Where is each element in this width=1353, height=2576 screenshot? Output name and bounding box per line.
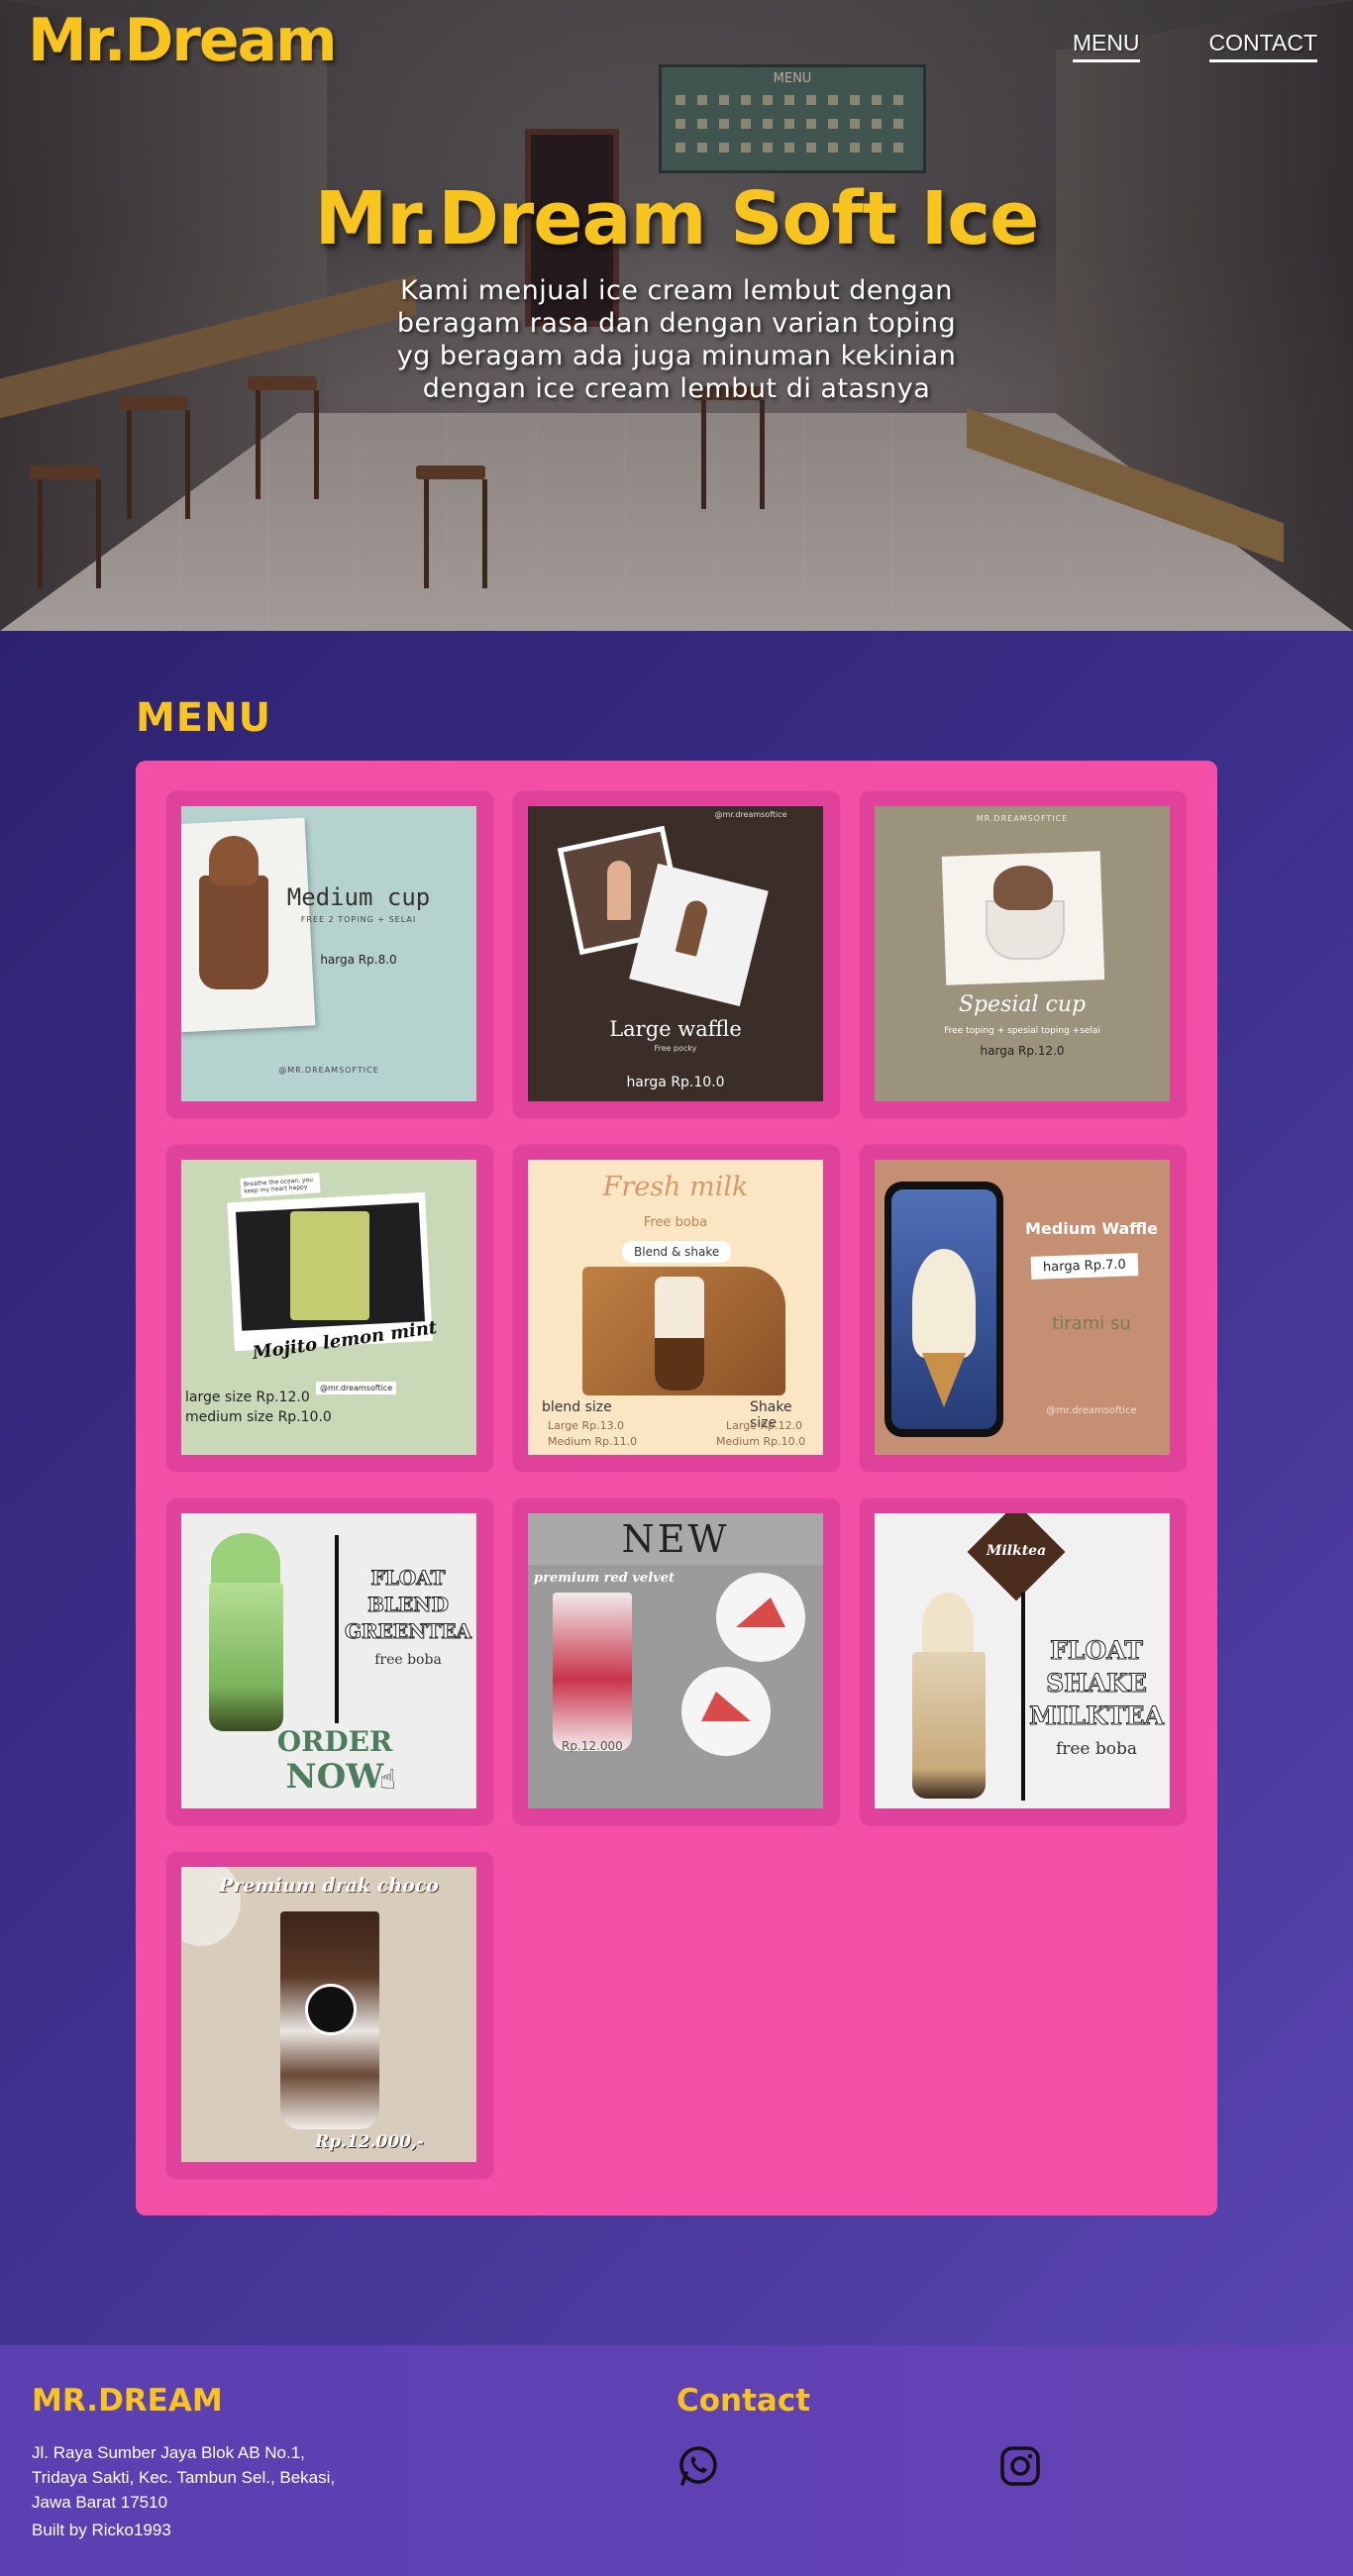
menu-item-title: FLOAT SHAKE MILKTEA <box>1029 1636 1165 1731</box>
footer-address-line: Jawa Barat 17510 <box>32 2493 168 2512</box>
menu-image-red-velvet: NEW premium red velvet Rp.12.000 <box>528 1513 823 1808</box>
menu-item-detail: free boba <box>1055 1739 1138 1759</box>
menu-item-price: harga Rp.10.0 <box>626 1075 725 1090</box>
menu-image-large-waffle: @mr.dreamsoftice Large waffle Free pocky… <box>528 806 823 1101</box>
menu-item-price: harga Rp.7.0 <box>1030 1253 1139 1280</box>
menu-item-title: Spesial cup <box>958 992 1087 1017</box>
menu-item-price: Large Rp.13.0 <box>548 1419 625 1432</box>
menu-item-handle: MR.DREAMSOFTICE <box>976 814 1069 823</box>
site-logo[interactable]: Mr.Dream <box>28 6 338 75</box>
menu-image-float-shake-milktea: Milktea FLOAT SHAKE MILKTEA free boba <box>875 1513 1170 1808</box>
hero-description-line: Kami menjual ice cream lembut dengan <box>400 275 953 306</box>
menu-card-red-velvet[interactable]: NEW premium red velvet Rp.12.000 <box>513 1498 840 1825</box>
menu-item-price: medium size Rp.10.0 <box>185 1409 332 1425</box>
menu-card-medium-cup[interactable]: Medium cup FREE 2 TOPING + SELAI harga R… <box>166 791 493 1118</box>
main-nav: MENU CONTACT <box>1072 30 1317 62</box>
menu-panel: Medium cup FREE 2 TOPING + SELAI harga R… <box>136 761 1217 2215</box>
menu-item-handle: @mr.dreamsoftice <box>316 1382 397 1394</box>
menu-card-mojito-lemon-mint[interactable]: Breathe the ocean, you keep my heart hap… <box>166 1145 493 1472</box>
menu-item-handle: @mr.dreamsoftice <box>714 810 787 819</box>
whatsapp-icon[interactable] <box>676 2444 720 2488</box>
footer-credit: Built by Ricko1993 <box>32 2521 171 2539</box>
footer-address: Jl. Raya Sumber Jaya Blok AB No.1, Trida… <box>32 2440 378 2515</box>
menu-section: MENU Medium cup FREE 2 TOPING + SELAI ha… <box>0 631 1353 2345</box>
menu-image-float-blend-greentea: FLOAT BLEND GREENTEA free boba ORDER NOW… <box>181 1513 476 1808</box>
cursor-hand-icon: ☝ <box>379 1763 397 1796</box>
menu-item-detail: FREE 2 TOPING + SELAI <box>300 915 417 924</box>
order-now-text: ORDER <box>276 1725 393 1758</box>
menu-card-spesial-cup[interactable]: MR.DREAMSOFTICE Spesial cup Free toping … <box>860 791 1187 1118</box>
menu-item-title: Medium cup <box>286 883 431 911</box>
menu-item-badge: Milktea <box>986 1543 1047 1559</box>
menu-item-handle: @mr.dreamsoftice <box>1046 1405 1137 1416</box>
menu-item-title: Large waffle <box>609 1017 742 1041</box>
hero-description-line: dengan ice cream lembut di atasnya <box>422 373 931 404</box>
menu-card-premium-drak-choco[interactable]: Premium drak choco Rp.12.000,- <box>166 1852 493 2179</box>
hero-section: MENU Mr.Dream MENU CONTACT Mr.Dream Soft… <box>0 0 1353 631</box>
menu-item-price: large size Rp.12.0 <box>185 1390 310 1405</box>
hero-description: Kami menjual ice cream lembut dengan ber… <box>357 274 996 405</box>
menu-heading: MENU <box>136 695 272 741</box>
nav-link-contact[interactable]: CONTACT <box>1208 30 1317 62</box>
menu-image-medium-waffle: Medium Waffle harga Rp.7.0 tirami su @mr… <box>875 1160 1170 1455</box>
menu-item-badge: Blend & shake <box>622 1241 732 1263</box>
menu-card-float-blend-greentea[interactable]: FLOAT BLEND GREENTEA free boba ORDER NOW… <box>166 1498 493 1825</box>
menu-card-large-waffle[interactable]: @mr.dreamsoftice Large waffle Free pocky… <box>513 791 840 1118</box>
footer: MR.DREAM Jl. Raya Sumber Jaya Blok AB No… <box>0 2345 1353 2576</box>
menu-item-title: NEW <box>621 1517 730 1561</box>
menu-image-fresh-milk: Fresh milk Free boba Blend & shake blend… <box>528 1160 823 1455</box>
menu-item-detail: Free pocky <box>654 1044 697 1053</box>
menu-item-price: Medium Rp.11.0 <box>548 1435 638 1448</box>
instagram-icon[interactable] <box>998 2444 1042 2488</box>
menu-item-detail: premium red velvet <box>534 1571 675 1586</box>
menu-item-price: Large Rp.12.0 <box>726 1419 803 1432</box>
menu-item-price: Rp.12.000,- <box>315 2132 424 2152</box>
menu-item-title: FLOAT BLEND GREENTEA <box>344 1566 472 1644</box>
menu-card-medium-waffle[interactable]: Medium Waffle harga Rp.7.0 tirami su @mr… <box>860 1145 1187 1472</box>
footer-brand: MR.DREAM <box>32 2383 223 2419</box>
menu-card-float-shake-milktea[interactable]: Milktea FLOAT SHAKE MILKTEA free boba <box>860 1498 1187 1825</box>
menu-image-medium-cup: Medium cup FREE 2 TOPING + SELAI harga R… <box>181 806 476 1101</box>
footer-contact-heading: Contact <box>676 2383 811 2419</box>
menu-item-title: Medium Waffle <box>1025 1219 1158 1238</box>
hero-title: Mr.Dream Soft Ice <box>314 176 1040 261</box>
menu-card-fresh-milk[interactable]: Fresh milk Free boba Blend & shake blend… <box>513 1145 840 1472</box>
menu-item-detail: tirami su <box>1052 1313 1131 1334</box>
nav-link-menu[interactable]: MENU <box>1072 30 1140 62</box>
menu-item-size-label: blend size <box>542 1399 612 1415</box>
menu-image-premium-drak-choco: Premium drak choco Rp.12.000,- <box>181 1867 476 2162</box>
hero-description-line: yg beragam ada juga minuman kekinian <box>396 341 957 371</box>
menu-item-detail: Free boba <box>643 1215 708 1230</box>
menu-item-detail: Free toping + spesial toping +selai <box>944 1026 1100 1036</box>
menu-item-price: Rp.12.000 <box>562 1739 623 1753</box>
menu-item-note: Breathe the ocean, you keep my heart hap… <box>240 1173 321 1198</box>
menu-item-price: harga Rp.8.0 <box>320 953 397 967</box>
hero-description-line: beragam rasa dan dengan varian toping <box>396 308 957 339</box>
footer-address-line: Tridaya Sakti, Kec. Tambun Sel., Bekasi, <box>32 2468 336 2487</box>
menu-item-title: Fresh milk <box>602 1172 749 1202</box>
menu-item-price: Medium Rp.10.0 <box>716 1435 806 1448</box>
menu-item-price: harga Rp.12.0 <box>980 1044 1065 1058</box>
footer-address-line: Jl. Raya Sumber Jaya Blok AB No.1, <box>32 2443 305 2462</box>
menu-item-detail: free boba <box>374 1652 442 1668</box>
menu-image-spesial-cup: MR.DREAMSOFTICE Spesial cup Free toping … <box>875 806 1170 1101</box>
menu-item-title: Premium drak choco <box>219 1875 439 1897</box>
menu-image-mojito-lemon-mint: Breathe the ocean, you keep my heart hap… <box>181 1160 476 1455</box>
menu-item-handle: @MR.DREAMSOFTICE <box>278 1066 379 1075</box>
